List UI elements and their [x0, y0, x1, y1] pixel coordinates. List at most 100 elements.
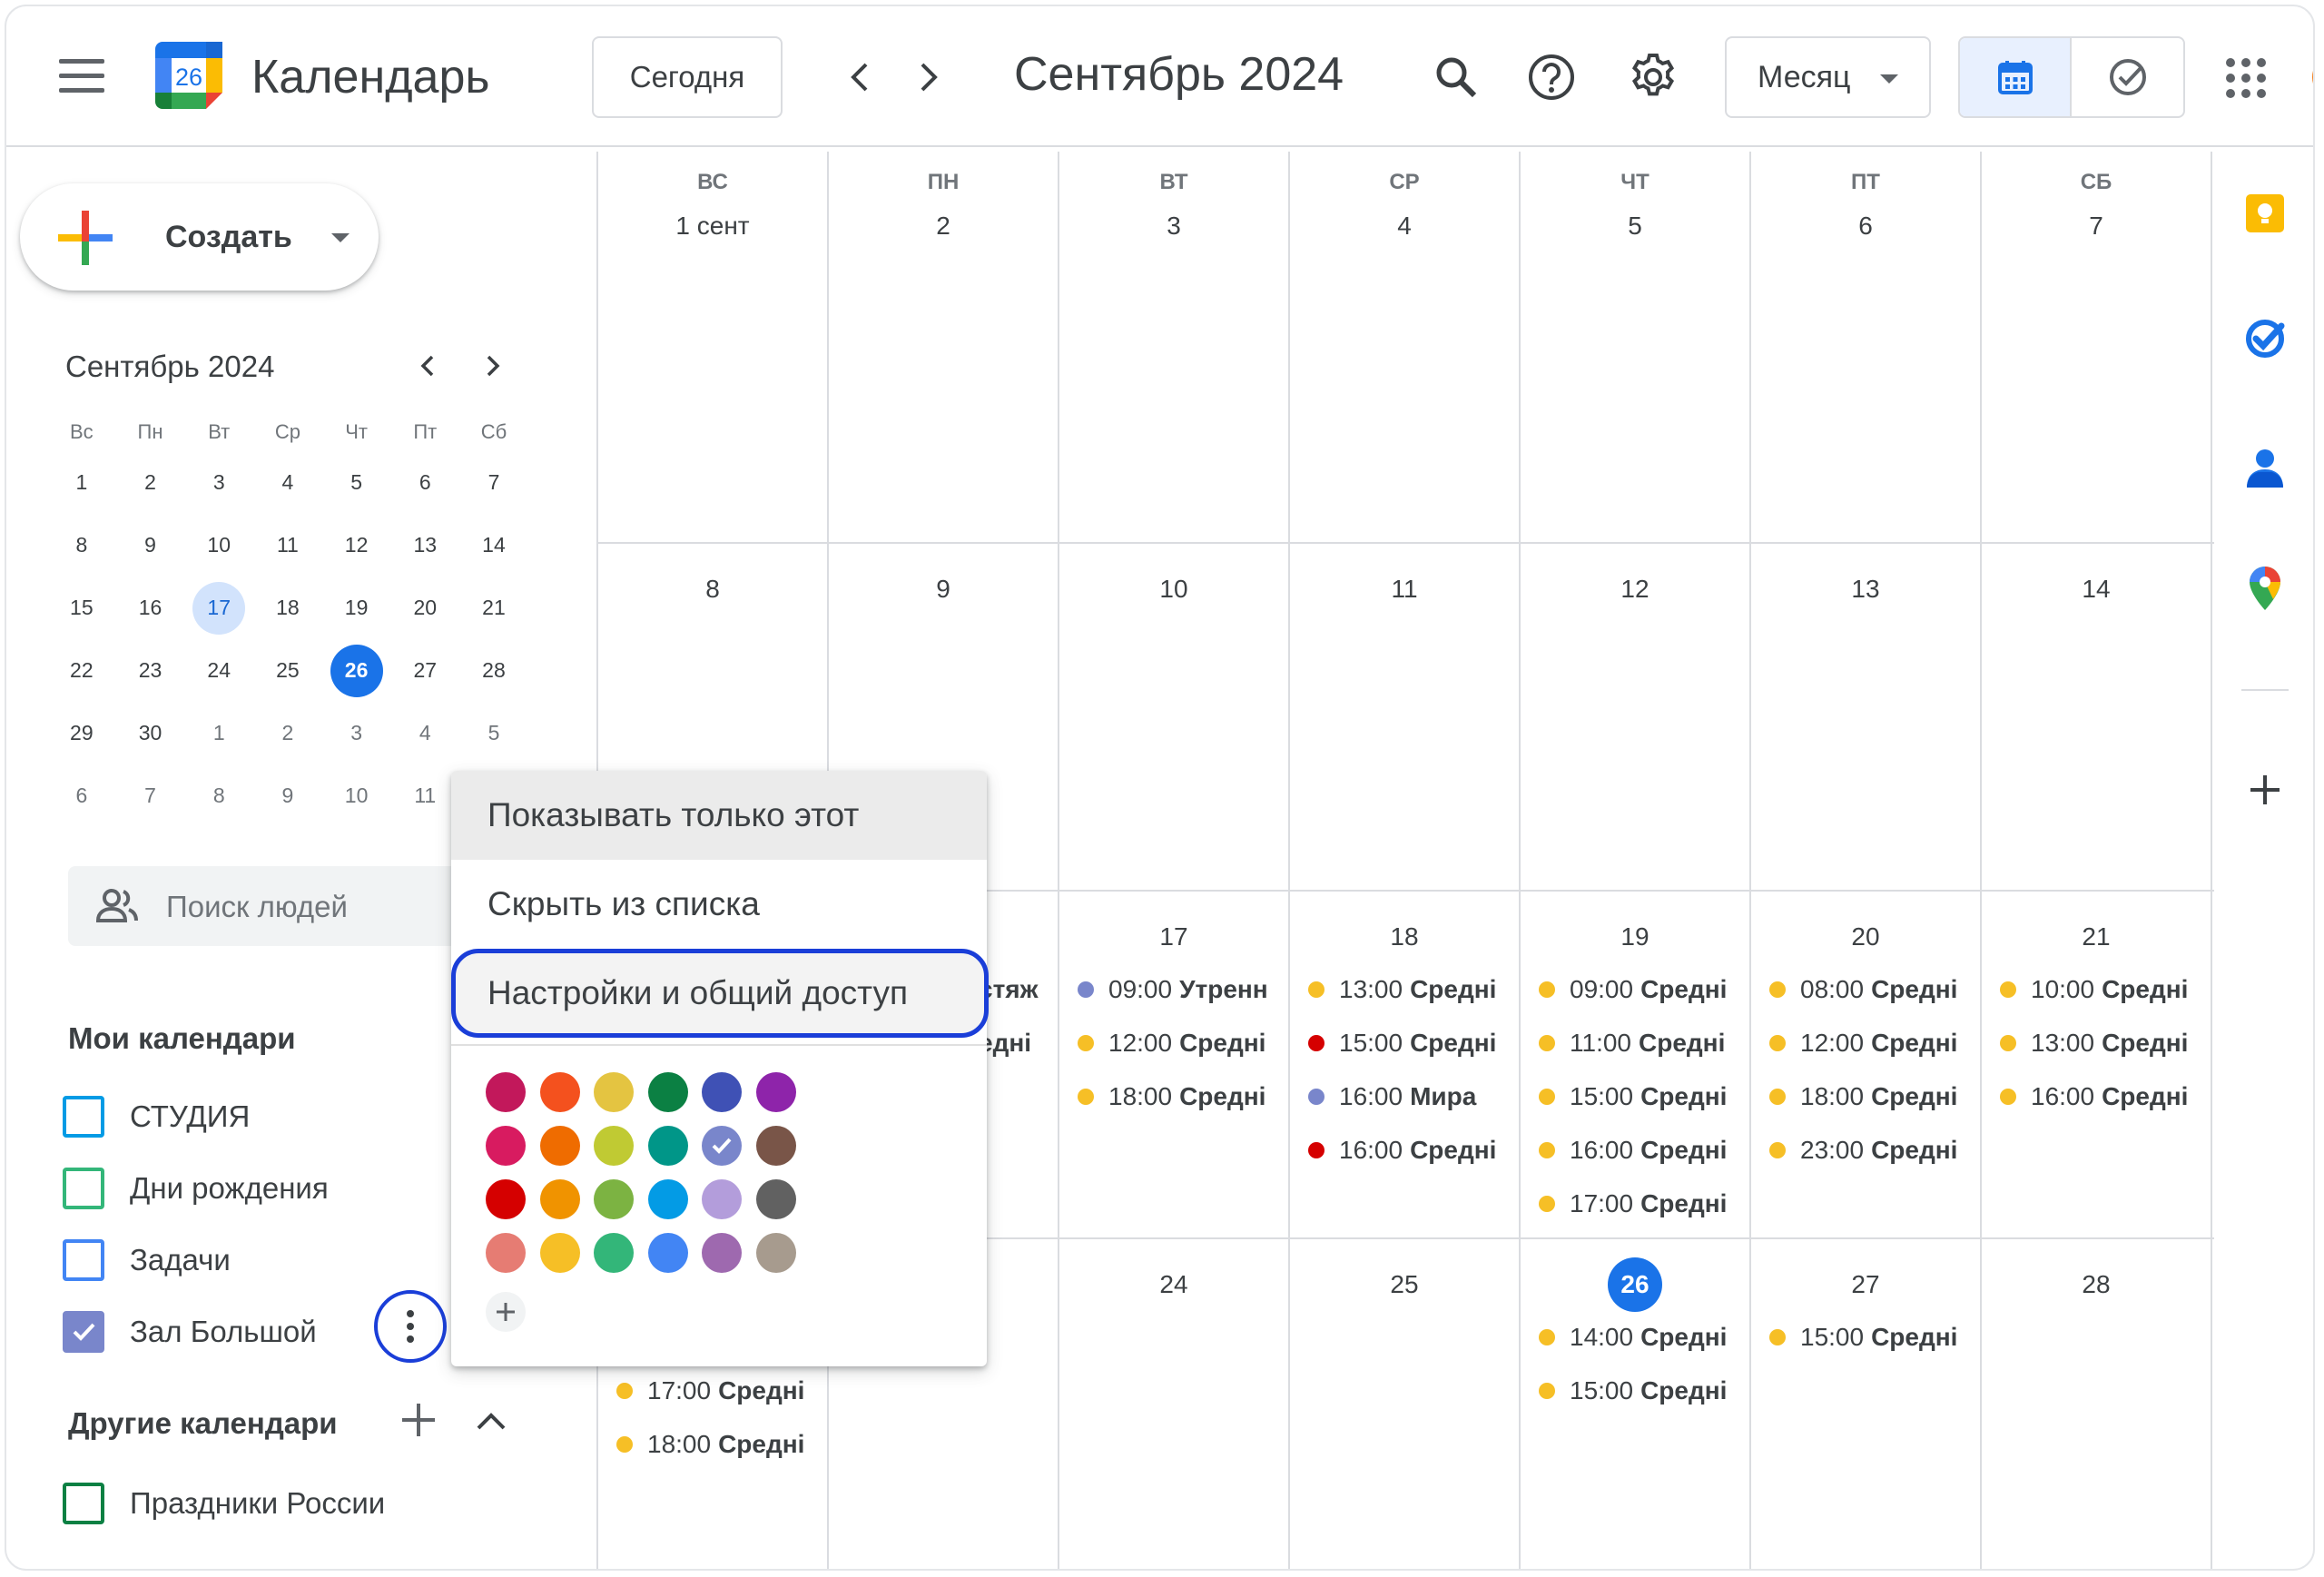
tasks-view-toggle[interactable]	[2072, 38, 2183, 116]
color-swatch[interactable]	[755, 1072, 796, 1112]
mini-day[interactable]: 24	[184, 639, 253, 702]
mini-day[interactable]: 1	[184, 702, 253, 764]
day-cell[interactable]: 25	[1290, 1239, 1521, 1569]
help-button[interactable]	[1520, 45, 1583, 109]
event-chip[interactable]: 10:00 Средні	[2000, 971, 2204, 1008]
day-number[interactable]: 25	[1290, 1270, 1519, 1299]
event-chip[interactable]: 09:00 Средні	[1539, 971, 1743, 1008]
event-chip[interactable]: 12:00 Средні	[1078, 1025, 1282, 1061]
color-swatch[interactable]	[539, 1072, 580, 1112]
mini-day[interactable]: 10	[322, 764, 391, 827]
mini-day[interactable]: 2	[116, 451, 185, 514]
mini-day[interactable]: 7	[459, 451, 528, 514]
add-calendar-icon[interactable]	[399, 1400, 438, 1440]
day-number[interactable]: 4	[1290, 212, 1519, 241]
event-chip[interactable]: 16:00 Мира	[1308, 1079, 1512, 1115]
color-swatch[interactable]	[647, 1179, 688, 1219]
day-number[interactable]: 7	[1982, 212, 2211, 241]
calendar-item[interactable]: Задачи	[63, 1237, 231, 1283]
event-chip[interactable]: 08:00 Средні	[1769, 971, 1974, 1008]
event-chip[interactable]: едні	[979, 1025, 1056, 1061]
day-number[interactable]: 24	[1059, 1270, 1288, 1299]
event-chip[interactable]: 14:00Средні	[1539, 1319, 1743, 1355]
calendar-item[interactable]: Дни рождения	[63, 1166, 329, 1211]
mini-day[interactable]: 6	[390, 451, 459, 514]
day-cell[interactable]: ВТ 3	[1059, 152, 1290, 542]
contacts-icon[interactable]	[2241, 444, 2289, 491]
mini-day[interactable]: 30	[116, 702, 185, 764]
day-number[interactable]: 2	[829, 212, 1058, 241]
day-number[interactable]: 14	[1982, 575, 2211, 604]
day-number[interactable]: 18	[1290, 922, 1519, 951]
day-number[interactable]: 8	[598, 575, 827, 604]
mini-day[interactable]: 4	[253, 451, 322, 514]
my-calendars-title[interactable]: Мои календари	[68, 1021, 296, 1056]
calendar-logo-icon[interactable]: 26	[152, 38, 226, 113]
event-chip[interactable]: 13:00 Средні	[1308, 971, 1512, 1008]
day-cell[interactable]: 26 14:00 Средні 15:00 Средні	[1521, 1239, 1751, 1569]
mini-day[interactable]: 18	[253, 577, 322, 639]
next-period-button[interactable]	[903, 52, 954, 103]
day-cell[interactable]: 10	[1059, 544, 1290, 890]
mini-day[interactable]: 9	[116, 514, 185, 577]
menu-hide-from-list[interactable]: Скрыть из списка	[451, 860, 987, 949]
color-swatch[interactable]	[594, 1072, 634, 1112]
calendar-view-toggle[interactable]	[1960, 38, 2073, 116]
day-number[interactable]: 26	[1521, 1257, 1749, 1312]
google-apps-icon[interactable]	[2226, 58, 2266, 98]
calendar-checkbox[interactable]	[63, 1311, 104, 1353]
mini-day[interactable]: 6	[47, 764, 116, 827]
mini-day[interactable]: 12	[322, 514, 391, 577]
day-cell[interactable]: 17 09:00 Утренн 12:00 Средні 18:00 Средні	[1059, 892, 1290, 1237]
calendar-checkbox[interactable]	[63, 1239, 104, 1281]
day-cell[interactable]: 28	[1982, 1239, 2212, 1569]
event-chip[interactable]: стяж	[979, 971, 1056, 1008]
color-swatch[interactable]	[755, 1126, 796, 1166]
chevron-up-icon[interactable]	[473, 1405, 509, 1437]
mini-day[interactable]: 11	[390, 764, 459, 827]
mini-day[interactable]: 7	[116, 764, 185, 827]
day-cell[interactable]: ПТ 6	[1751, 152, 1982, 542]
event-chip[interactable]: 15:00 Средні	[1539, 1079, 1743, 1115]
day-number[interactable]: 3	[1059, 212, 1288, 241]
mini-day[interactable]: 8	[184, 764, 253, 827]
color-swatch[interactable]	[594, 1126, 634, 1166]
color-swatch[interactable]	[702, 1179, 742, 1219]
main-menu-icon[interactable]	[59, 59, 104, 95]
color-swatch[interactable]	[486, 1179, 526, 1219]
color-swatch[interactable]	[539, 1233, 580, 1273]
account-avatar[interactable]	[2312, 54, 2313, 101]
day-cell[interactable]: СР 4	[1290, 152, 1521, 542]
day-cell[interactable]: 11	[1290, 544, 1521, 890]
color-swatch[interactable]	[486, 1126, 526, 1166]
color-swatch[interactable]	[539, 1179, 580, 1219]
event-chip[interactable]: 16:00 Средні	[1539, 1132, 1743, 1168]
mini-day[interactable]: 21	[459, 577, 528, 639]
day-number[interactable]: 12	[1521, 575, 1749, 604]
get-addons-button[interactable]	[2241, 766, 2289, 813]
mini-day[interactable]: 2	[253, 702, 322, 764]
day-cell[interactable]: 18 13:00 Средні 15:00 Средні 16:00 Мира 16:00 Ср…	[1290, 892, 1521, 1237]
event-chip[interactable]: 16:00 Средні	[2000, 1079, 2204, 1115]
other-calendars-title[interactable]: Другие календари	[68, 1406, 338, 1441]
menu-show-only-this[interactable]: Показывать только этот	[451, 771, 987, 860]
day-number[interactable]: 17	[1059, 922, 1288, 951]
maps-icon[interactable]	[2241, 565, 2289, 612]
color-swatch[interactable]	[486, 1233, 526, 1273]
calendar-checkbox[interactable]	[63, 1096, 104, 1138]
mini-day[interactable]: 5	[322, 451, 391, 514]
mini-day[interactable]: 9	[253, 764, 322, 827]
mini-day[interactable]: 19	[322, 577, 391, 639]
calendar-checkbox[interactable]	[63, 1483, 104, 1524]
color-swatch[interactable]	[702, 1126, 742, 1166]
event-chip[interactable]: 23:00 Средні	[1769, 1132, 1974, 1168]
event-chip[interactable]: 15:00 Средні	[1308, 1025, 1512, 1061]
mini-next-month-button[interactable]	[471, 344, 515, 388]
day-number[interactable]: 6	[1751, 212, 1980, 241]
color-swatch[interactable]	[755, 1179, 796, 1219]
event-chip[interactable]: 18:00 Средні	[1078, 1079, 1282, 1115]
event-chip[interactable]: 17:00 Средні	[1539, 1186, 1743, 1222]
day-number[interactable]: 27	[1751, 1270, 1980, 1299]
day-cell[interactable]: 24	[1059, 1239, 1290, 1569]
mini-day[interactable]: 3	[184, 451, 253, 514]
